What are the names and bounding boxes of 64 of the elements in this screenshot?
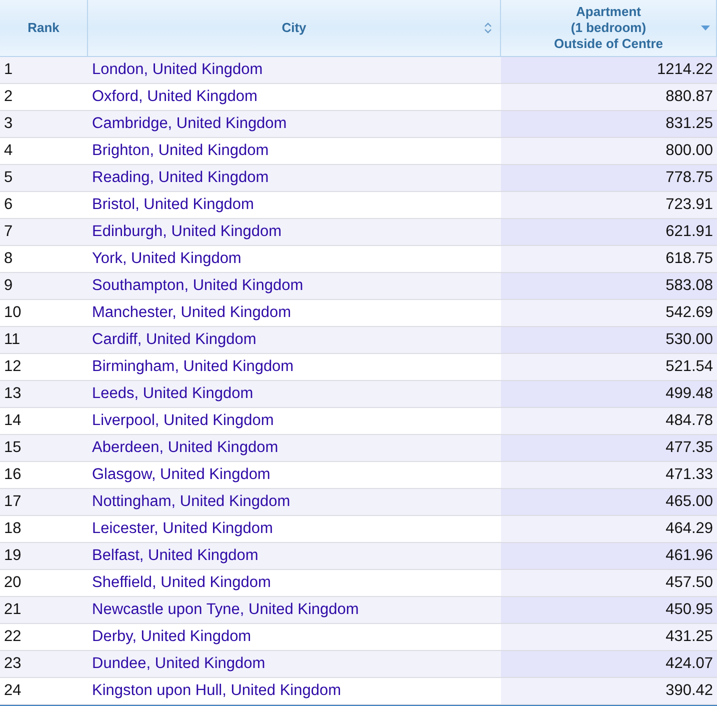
column-header[interactable]: Rank [28, 20, 60, 36]
city-link[interactable]: Manchester, United Kingdom [92, 304, 292, 322]
price-cell: 464.29 [666, 520, 713, 538]
rank-cell: 19 [4, 547, 22, 565]
price-cell: 778.75 [666, 169, 713, 187]
price-cell: 450.95 [666, 601, 713, 619]
rank-cell: 10 [4, 304, 22, 322]
city-link[interactable]: York, United Kingdom [92, 250, 242, 268]
rank-cell: 1 [4, 61, 13, 79]
column-header[interactable]: City [282, 20, 306, 36]
price-cell: 530.00 [666, 331, 713, 349]
rank-cell: 20 [4, 574, 22, 592]
price-cell: 723.91 [666, 196, 713, 214]
price-cell: 800.00 [666, 142, 713, 160]
rank-cell: 24 [4, 682, 22, 700]
price-cell: 484.78 [666, 412, 713, 430]
rank-cell: 14 [4, 412, 22, 430]
rank-cell: 8 [4, 250, 13, 268]
price-cell: 499.48 [666, 385, 713, 403]
rank-cell: 6 [4, 196, 13, 214]
price-cell: 1214.22 [656, 61, 713, 79]
rank-cell: 4 [4, 142, 13, 160]
price-cell: 477.35 [666, 439, 713, 457]
rank-cell: 16 [4, 466, 22, 484]
price-cell: 618.75 [666, 250, 713, 268]
rank-cell: 7 [4, 223, 13, 241]
rank-cell: 22 [4, 628, 22, 646]
sort-icon[interactable] [484, 22, 492, 34]
price-cell: 831.25 [666, 115, 713, 133]
city-link[interactable]: Oxford, United Kingdom [92, 88, 258, 106]
price-cell: 880.87 [666, 88, 713, 106]
price-cell: 583.08 [666, 277, 713, 295]
rank-cell: 5 [4, 169, 13, 187]
city-link[interactable]: Glasgow, United Kingdom [92, 466, 270, 484]
city-link[interactable]: Birmingham, United Kingdom [92, 358, 294, 376]
sort-descending-icon[interactable] [701, 26, 710, 30]
city-link[interactable]: Sheffield, United Kingdom [92, 574, 271, 592]
city-link[interactable]: Bristol, United Kingdom [92, 196, 254, 214]
city-link[interactable]: Leicester, United Kingdom [92, 520, 273, 538]
rank-cell: 12 [4, 358, 22, 376]
city-link[interactable]: Kingston upon Hull, United Kingdom [92, 682, 342, 700]
price-cell: 431.25 [666, 628, 713, 646]
price-cell: 621.91 [666, 223, 713, 241]
price-cell: 465.00 [666, 493, 713, 511]
city-link[interactable]: Derby, United Kingdom [92, 628, 252, 646]
price-cell: 461.96 [666, 547, 713, 565]
rank-cell: 3 [4, 115, 13, 133]
rank-cell: 23 [4, 655, 22, 673]
rank-cell: 11 [4, 331, 20, 349]
price-cell: 542.69 [666, 304, 713, 322]
price-cell: 457.50 [666, 574, 713, 592]
rank-cell: 15 [4, 439, 22, 457]
city-link[interactable]: Brighton, United Kingdom [92, 142, 269, 160]
price-cell: 424.07 [666, 655, 713, 673]
rank-cell: 2 [4, 88, 13, 106]
rank-cell: 17 [4, 493, 22, 511]
city-link[interactable]: Liverpool, United Kingdom [92, 412, 274, 430]
price-cell: 390.42 [666, 682, 713, 700]
rank-cell: 18 [4, 520, 22, 538]
price-cell: 521.54 [666, 358, 713, 376]
rank-cell: 21 [4, 601, 22, 619]
rank-cell: 13 [4, 385, 22, 403]
price-cell: 471.33 [666, 466, 713, 484]
rank-cell: 9 [4, 277, 13, 295]
